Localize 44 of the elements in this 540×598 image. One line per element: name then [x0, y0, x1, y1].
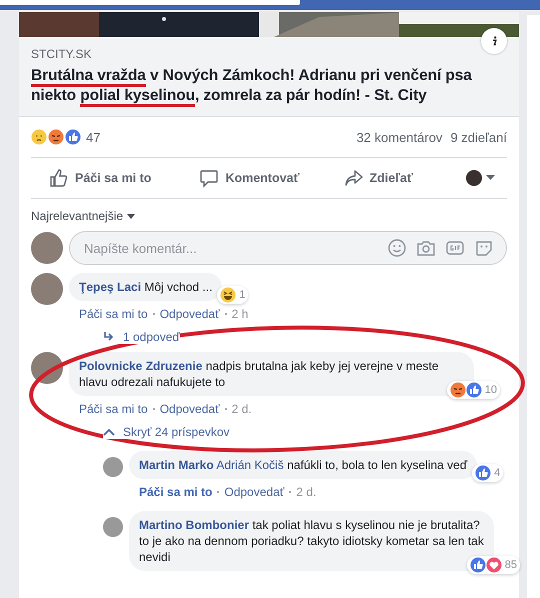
comment-button[interactable]: Komentovať	[199, 164, 300, 192]
replies-link[interactable]: 1 odpoveď	[103, 330, 180, 344]
search-field[interactable]	[0, 0, 300, 5]
reply-arrow-icon	[103, 332, 115, 342]
comment-text: Ţepeş Laci Môj vchod ...	[79, 279, 212, 295]
reaction-badge[interactable]: 10	[446, 381, 500, 399]
comment-time[interactable]: 2 h	[232, 307, 248, 321]
share-button[interactable]: Zdieľať	[344, 164, 413, 192]
share-count[interactable]: 9 zdieľaní	[450, 130, 507, 144]
avatar[interactable]	[103, 457, 123, 477]
like-link[interactable]: Páči sa mi to	[139, 485, 212, 499]
avatar[interactable]	[103, 517, 123, 537]
comment-field[interactable]: Napíšte komentár...	[82, 240, 378, 256]
comment-bar[interactable]: Napíšte komentár...	[69, 231, 507, 265]
reaction-badge[interactable]: 85	[466, 556, 520, 574]
reaction-badge[interactable]: 4	[472, 464, 504, 482]
link-headline[interactable]: Brutálna vražda v Nových Zámkoch! Adrianu pri venčení psa niekto polial kyselinou, zomrela za pár hodín! - St. City	[31, 66, 507, 106]
chevron-up-icon	[103, 428, 115, 436]
reaction-badge[interactable]: 1	[217, 286, 248, 304]
share-arrow-icon	[344, 168, 364, 188]
comment-count[interactable]: 32 komentárov	[356, 130, 442, 144]
profile-picker[interactable]	[466, 170, 495, 186]
link-preview[interactable]: STCITY.SK Brutálna vražda v Nových Zámkoch! Adrianu pri venčení psa niekto polial kyselinou, zomrela za pár hodín! - St. City	[19, 37, 519, 117]
comment-time[interactable]: 2 d.	[232, 402, 252, 416]
like-link[interactable]: Páči sa mi to	[79, 307, 148, 321]
replies-link[interactable]: Skryť 24 príspevkov	[103, 425, 230, 439]
link-domain: STCITY.SK	[31, 46, 92, 62]
reaction-count[interactable]: 47	[86, 130, 100, 144]
comment-text: Polovnicke Zdruzenie nadpis brutalna jak keby jej verejne v meste hlavu odrezali nafukujete to	[79, 358, 440, 390]
emoji-icon[interactable]	[387, 238, 407, 258]
avatar[interactable]	[31, 273, 63, 305]
speech-bubble-icon	[199, 168, 220, 188]
like-button[interactable]: Páči sa mi to	[49, 164, 152, 192]
reply-link[interactable]: Odpovedať	[224, 485, 284, 499]
caret-icon	[486, 175, 495, 181]
reply-link[interactable]: Odpovedať	[160, 307, 220, 321]
sort-dropdown[interactable]: Najrelevantnejšie	[31, 209, 136, 223]
like-link[interactable]: Páči sa mi to	[79, 402, 148, 416]
reply-link[interactable]: Odpovedať	[160, 402, 220, 416]
caret-icon	[127, 214, 136, 218]
thumbs-up-icon	[49, 168, 69, 188]
comment-text: Martin Marko Adrián Kočiš nafúkli to, bola to len kyselina veď	[139, 457, 468, 473]
avatar	[31, 232, 63, 264]
comment-time[interactable]: 2 d.	[296, 485, 316, 499]
